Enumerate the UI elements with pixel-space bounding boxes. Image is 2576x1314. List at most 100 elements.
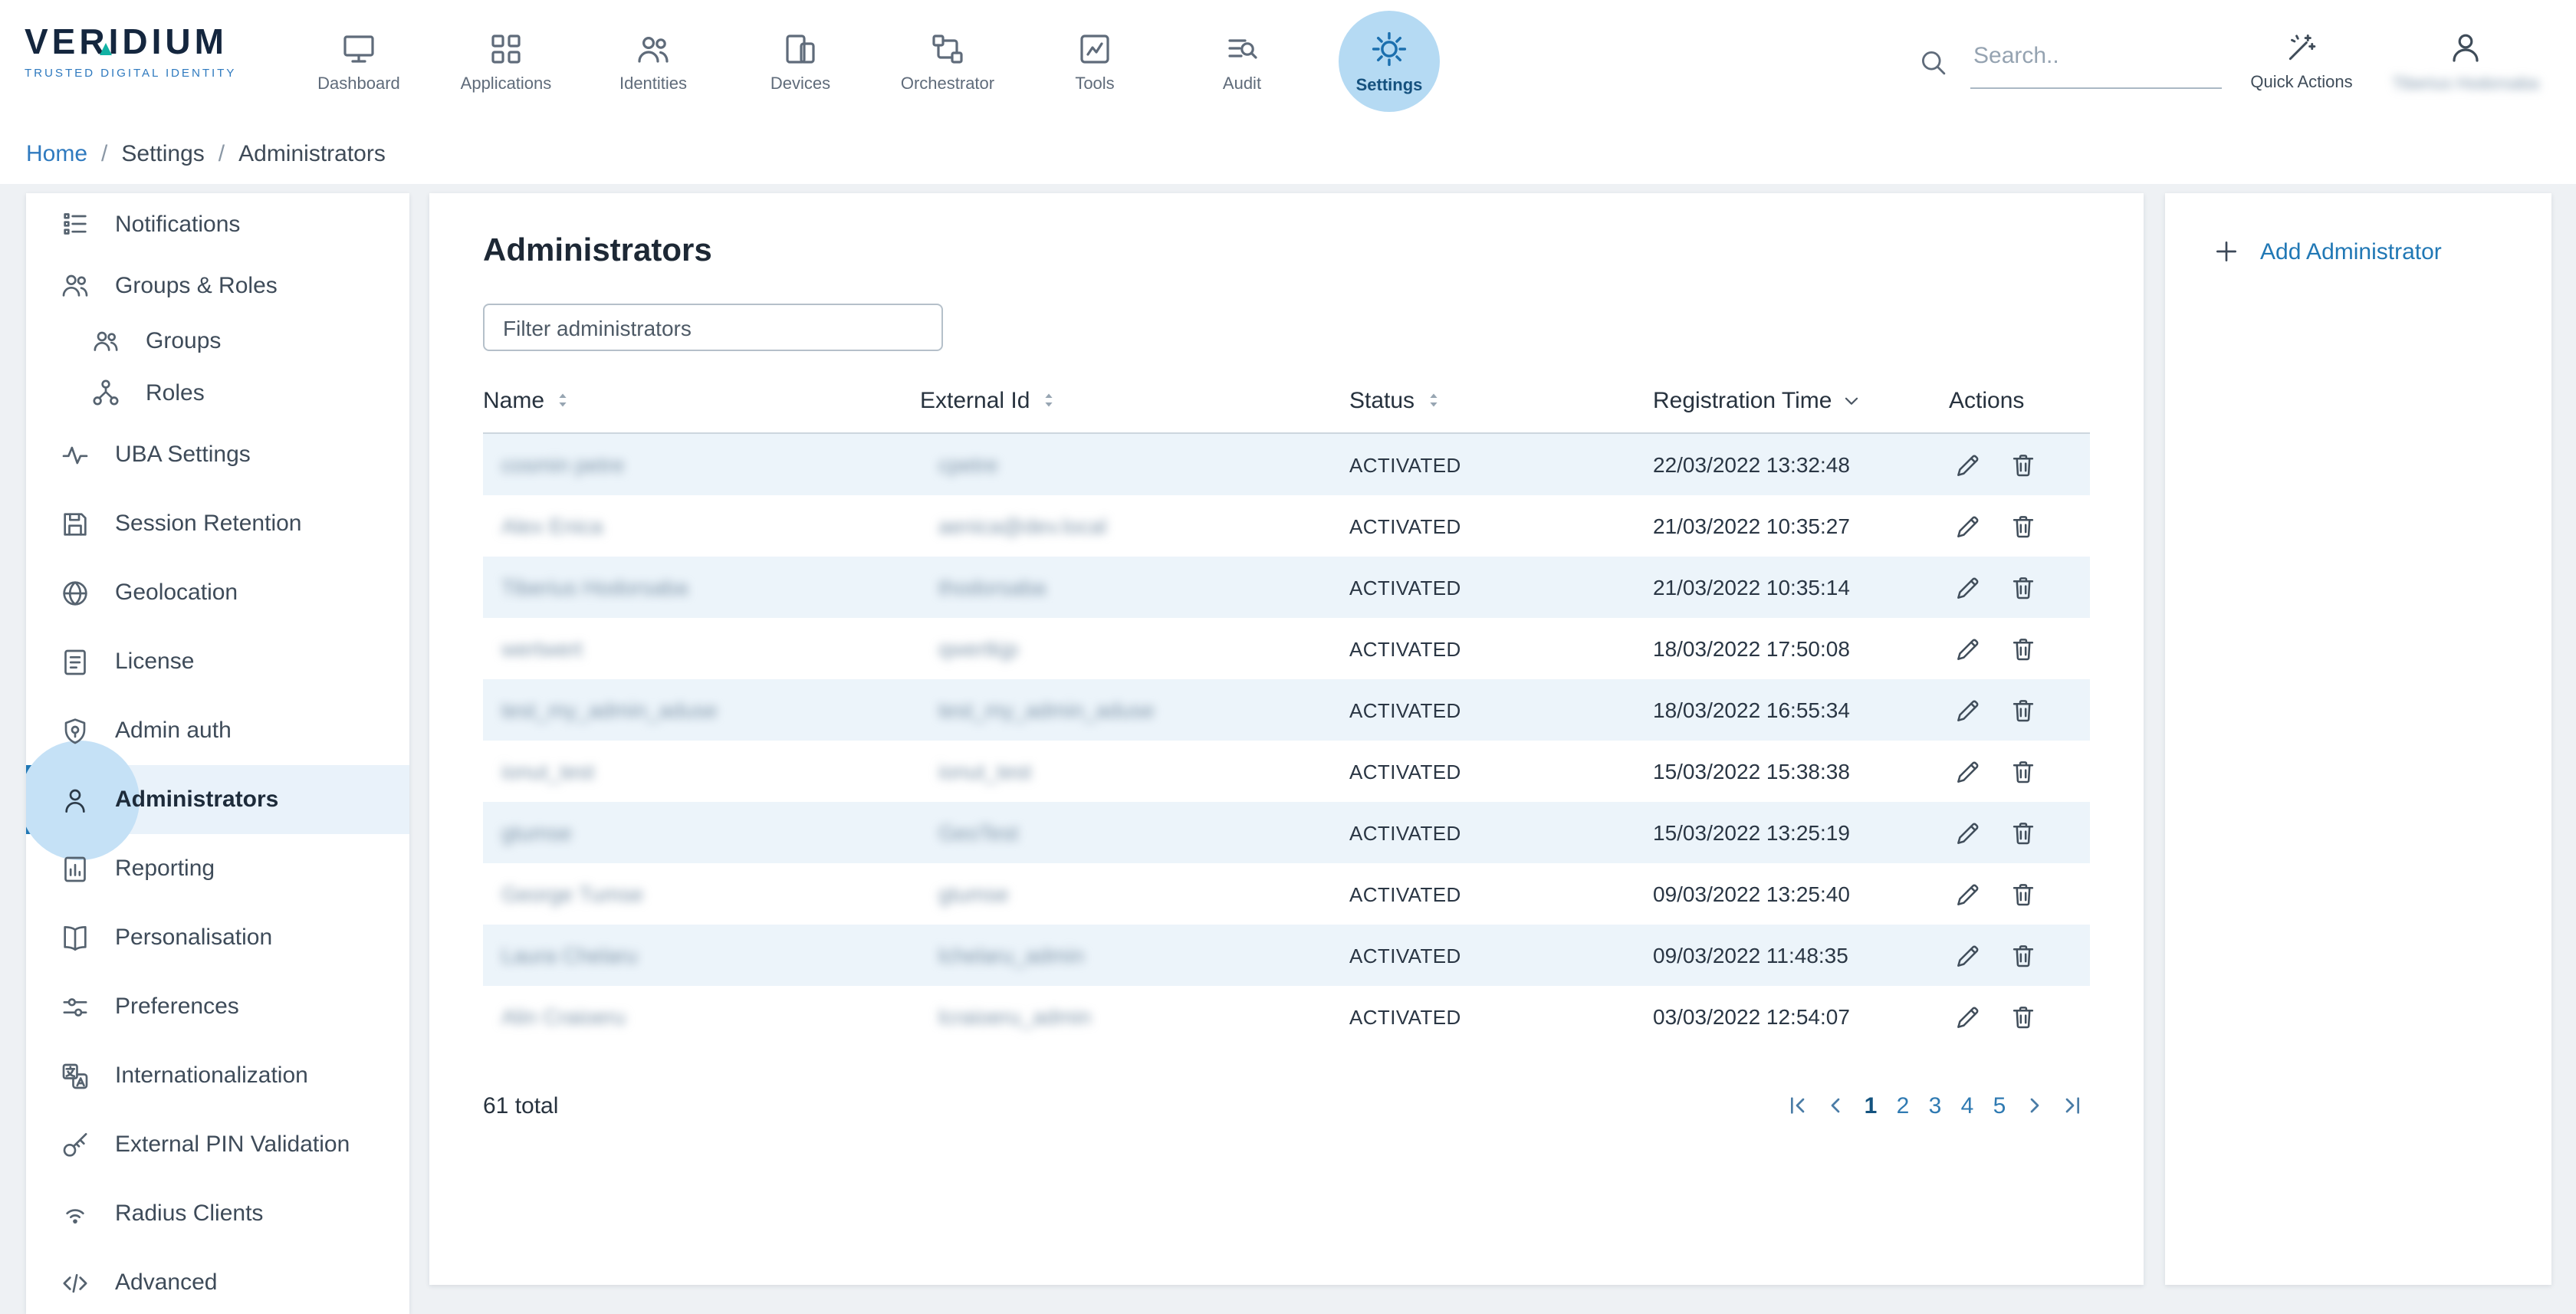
- nav-item-dashboard[interactable]: Dashboard: [285, 0, 432, 123]
- registration-time: 03/03/2022 12:54:07: [1653, 1004, 1850, 1029]
- sidebar-item-advanced[interactable]: Advanced: [26, 1248, 409, 1314]
- table-row[interactable]: ionut_testionut_testACTIVATED15/03/2022 …: [483, 741, 2090, 802]
- first-page-button[interactable]: [1780, 1087, 1814, 1124]
- page-3-button[interactable]: 3: [1921, 1087, 1949, 1124]
- edit-button[interactable]: [1947, 567, 1987, 607]
- prev-page-button[interactable]: [1819, 1087, 1852, 1124]
- admin-name: Alex Enica: [501, 514, 603, 538]
- delete-button[interactable]: [2003, 690, 2042, 730]
- sidebar-item-notifications[interactable]: Notifications: [26, 193, 409, 255]
- nav-item-label: Tools: [1075, 74, 1114, 93]
- license-icon: [60, 646, 90, 677]
- sidebar-item-external-pin-validation[interactable]: External PIN Validation: [26, 1110, 409, 1179]
- nav-item-orchestrator[interactable]: Orchestrator: [874, 0, 1021, 123]
- next-page-button[interactable]: [2018, 1087, 2052, 1124]
- nav-item-devices[interactable]: Devices: [727, 0, 874, 123]
- nav-item-applications[interactable]: Applications: [432, 0, 580, 123]
- delete-button[interactable]: [2003, 813, 2042, 852]
- column-header-registration-time[interactable]: Registration Time: [1641, 376, 1926, 433]
- edit-button[interactable]: [1947, 935, 1987, 975]
- admin-name: cosmin petre: [501, 452, 624, 477]
- sidebar-item-personalisation[interactable]: Personalisation: [26, 903, 409, 972]
- column-label: Registration Time: [1653, 388, 1832, 414]
- admin-external-id: gtumse: [938, 882, 1009, 906]
- search-box[interactable]: [1917, 46, 2222, 95]
- delete-button[interactable]: [2003, 445, 2042, 485]
- table-row[interactable]: wertwertqwertkjpACTIVATED18/03/2022 17:5…: [483, 618, 2090, 679]
- sidebar-item-label: Admin auth: [115, 718, 232, 744]
- table-row[interactable]: gtumseGeoTestACTIVATED15/03/2022 13:25:1…: [483, 802, 2090, 863]
- column-header-name[interactable]: Name: [483, 376, 920, 433]
- page-title: Administrators: [483, 233, 2144, 270]
- sidebar-item-radius-clients[interactable]: Radius Clients: [26, 1179, 409, 1248]
- page-2-button[interactable]: 2: [1889, 1087, 1917, 1124]
- sidebar-item-roles[interactable]: Roles: [26, 365, 409, 420]
- admin-external-id: test_my_admin_aduse: [938, 698, 1155, 722]
- brand-accent-dot: [100, 43, 112, 55]
- roles-icon: [90, 377, 121, 408]
- personalisation-icon: [60, 922, 90, 953]
- sidebar-item-groups[interactable]: Groups: [26, 316, 409, 365]
- delete-button[interactable]: [2003, 751, 2042, 791]
- table-row[interactable]: test_my_admin_adusetest_my_admin_aduseAC…: [483, 679, 2090, 741]
- sort-toggle-icon[interactable]: [1424, 391, 1442, 409]
- table-row[interactable]: George TumsegtumseACTIVATED09/03/2022 13…: [483, 863, 2090, 925]
- last-page-button[interactable]: [2056, 1087, 2090, 1124]
- sidebar-item-preferences[interactable]: Preferences: [26, 972, 409, 1041]
- external-pin-icon: [60, 1129, 90, 1160]
- delete-button[interactable]: [2003, 629, 2042, 668]
- sidebar-item-internationalization[interactable]: Internationalization: [26, 1041, 409, 1110]
- table-row[interactable]: Tiberius HodorsabathodorsabaACTIVATED21/…: [483, 557, 2090, 618]
- edit-button[interactable]: [1947, 813, 1987, 852]
- delete-button[interactable]: [2003, 506, 2042, 546]
- edit-icon: [1953, 757, 1982, 786]
- page-1-button[interactable]: 1: [1857, 1087, 1884, 1124]
- sidebar-item-groups-roles[interactable]: Groups & Roles: [26, 255, 409, 316]
- edit-button[interactable]: [1947, 690, 1987, 730]
- sidebar-item-license[interactable]: License: [26, 627, 409, 696]
- edit-button[interactable]: [1947, 997, 1987, 1036]
- column-header-status[interactable]: Status: [1349, 376, 1641, 433]
- add-administrator-button[interactable]: Add Administrator: [2211, 236, 2551, 267]
- edit-icon: [1953, 511, 1982, 540]
- sidebar-item-administrators[interactable]: Administrators: [26, 765, 409, 834]
- delete-button[interactable]: [2003, 874, 2042, 914]
- sidebar-item-uba-settings[interactable]: UBA Settings: [26, 420, 409, 489]
- delete-button[interactable]: [2003, 935, 2042, 975]
- edit-button[interactable]: [1947, 874, 1987, 914]
- sort-toggle-icon[interactable]: [554, 391, 572, 409]
- edit-button[interactable]: [1947, 445, 1987, 485]
- sidebar-item-geolocation[interactable]: Geolocation: [26, 558, 409, 627]
- sort-toggle-icon[interactable]: [1039, 391, 1057, 409]
- table-row[interactable]: Alin Craioerulcraioeru_adminACTIVATED03/…: [483, 986, 2090, 1047]
- table-row[interactable]: Alex Enicaaenica@dev.localACTIVATED21/03…: [483, 495, 2090, 557]
- quick-actions-button[interactable]: Quick Actions: [2231, 0, 2372, 123]
- user-menu[interactable]: Tiberius Hodorsaba: [2386, 0, 2545, 123]
- page-4-button[interactable]: 4: [1953, 1087, 1981, 1124]
- filter-administrators-input[interactable]: [483, 304, 943, 351]
- veridium-logo[interactable]: VERIDIUM TRUSTED DIGITAL IDENTITY: [25, 23, 285, 80]
- column-header-external-id[interactable]: External Id: [920, 376, 1349, 433]
- table-row[interactable]: Laura Chelarulchelaru_adminACTIVATED09/0…: [483, 925, 2090, 986]
- edit-button[interactable]: [1947, 751, 1987, 791]
- nav-item-tools[interactable]: Tools: [1021, 0, 1168, 123]
- edit-button[interactable]: [1947, 506, 1987, 546]
- table-row[interactable]: cosmin petrecpetreACTIVATED22/03/2022 13…: [483, 433, 2090, 495]
- breadcrumb-item-settings: Settings: [121, 140, 204, 166]
- delete-button[interactable]: [2003, 567, 2042, 607]
- breadcrumb-item-home[interactable]: Home: [26, 140, 87, 166]
- page-5-button[interactable]: 5: [1986, 1087, 2013, 1124]
- delete-button[interactable]: [2003, 997, 2042, 1036]
- nav-item-settings[interactable]: Settings: [1316, 0, 1463, 123]
- chevron-down-icon[interactable]: [1841, 391, 1861, 411]
- nav-item-audit[interactable]: Audit: [1168, 0, 1316, 123]
- nav-item-identities[interactable]: Identities: [580, 0, 727, 123]
- edit-button[interactable]: [1947, 629, 1987, 668]
- notifications-icon: [60, 209, 90, 239]
- edit-icon: [1953, 573, 1982, 602]
- search-input[interactable]: [1970, 40, 2222, 89]
- sidebar-item-session-retention[interactable]: Session Retention: [26, 489, 409, 558]
- sidebar-item-reporting[interactable]: Reporting: [26, 834, 409, 903]
- sidebar-item-label: UBA Settings: [115, 442, 251, 468]
- user-icon: [2447, 29, 2484, 66]
